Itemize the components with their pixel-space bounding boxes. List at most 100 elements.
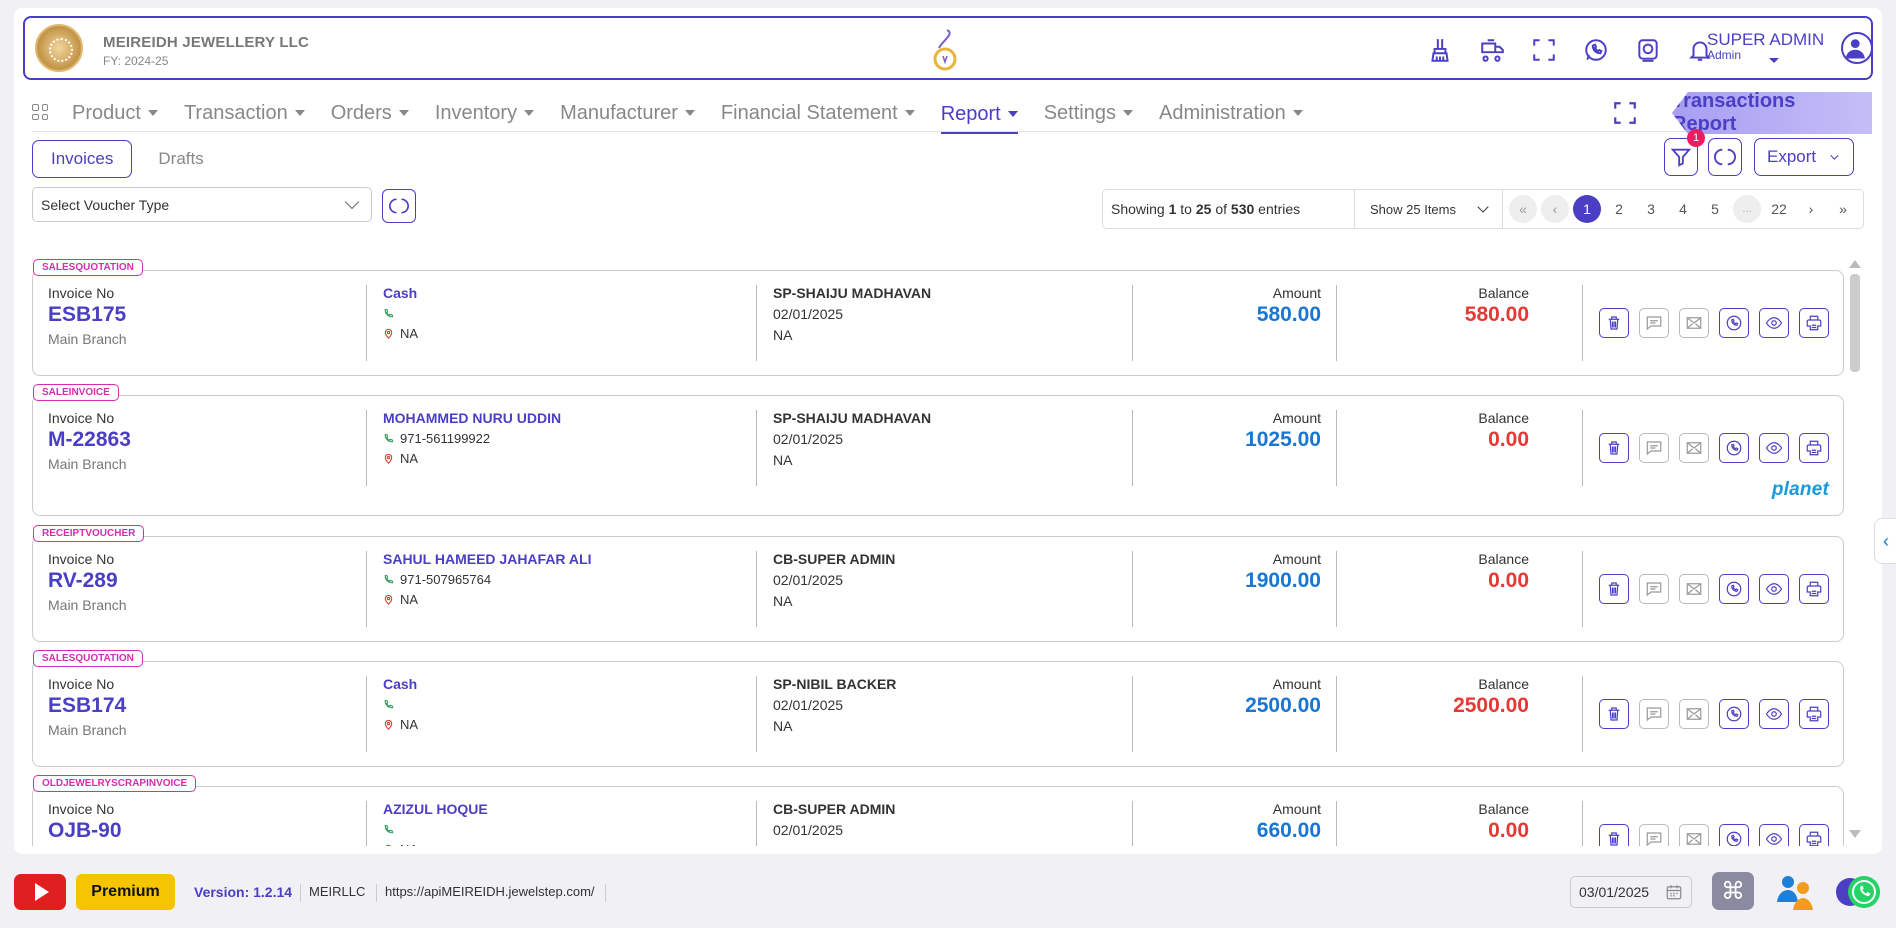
prev-page-button[interactable]: ‹ (1541, 195, 1569, 223)
scroll-thumb[interactable] (1850, 274, 1860, 372)
whatsapp-button[interactable] (1719, 824, 1749, 846)
delete-button[interactable] (1599, 699, 1629, 729)
party-name[interactable]: Cash (383, 285, 418, 301)
voucher-type-placeholder: Select Voucher Type (41, 196, 170, 213)
whatsapp-button[interactable] (1719, 433, 1749, 463)
delete-button[interactable] (1599, 824, 1629, 846)
scroll-down-icon[interactable] (1849, 830, 1861, 838)
voucher-refresh-button[interactable] (382, 189, 416, 223)
next-page-button[interactable]: › (1797, 195, 1825, 223)
command-icon[interactable]: ⌘ (1712, 872, 1754, 910)
invoice-card[interactable]: RECEIPTVOUCHER Invoice No RV-289 Main Br… (32, 525, 1844, 642)
delete-button[interactable] (1599, 433, 1629, 463)
tab-drafts[interactable]: Drafts (140, 140, 221, 178)
view-button[interactable] (1759, 699, 1789, 729)
party-name[interactable]: SAHUL HAMEED JAHAFAR ALI (383, 551, 591, 567)
mail-button[interactable] (1679, 433, 1709, 463)
invoice-number[interactable]: M-22863 (48, 428, 131, 452)
print-button[interactable] (1799, 574, 1829, 604)
view-button[interactable] (1759, 308, 1789, 338)
invoice-card[interactable]: OLDJEWELRYSCRAPINVOICE Invoice No OJB-90… (32, 775, 1844, 846)
calendar-icon[interactable] (1665, 883, 1683, 901)
invoice-card[interactable]: SALESQUOTATION Invoice No ESB174 Main Br… (32, 650, 1844, 767)
comment-button[interactable] (1639, 699, 1669, 729)
whatsapp-button[interactable] (1719, 699, 1749, 729)
divider (756, 410, 757, 486)
invoice-number[interactable]: ESB175 (48, 303, 127, 327)
invoice-number[interactable]: OJB-90 (48, 819, 127, 843)
safe-icon[interactable] (1633, 36, 1663, 64)
page-button[interactable]: 4 (1669, 195, 1697, 223)
first-page-button[interactable]: « (1509, 195, 1537, 223)
party-col: MOHAMMED NURU UDDIN 971-561199922 NA (383, 410, 561, 466)
nav-item-administration[interactable]: Administration (1159, 98, 1303, 128)
date-field[interactable]: 03/01/2025 (1570, 876, 1692, 908)
print-button[interactable] (1799, 308, 1829, 338)
invoice-number[interactable]: ESB174 (48, 694, 127, 718)
apps-grid-icon[interactable] (32, 104, 48, 120)
page-button[interactable]: 3 (1637, 195, 1665, 223)
youtube-icon[interactable] (14, 874, 66, 910)
nav-item-transaction[interactable]: Transaction (184, 98, 305, 128)
delete-button[interactable] (1599, 574, 1629, 604)
refresh-button[interactable] (1708, 138, 1742, 176)
last-page-button[interactable]: » (1829, 195, 1857, 223)
page-button[interactable]: 22 (1765, 195, 1793, 223)
filter-button[interactable]: 1 (1664, 129, 1705, 176)
users-icon[interactable] (1774, 872, 1816, 912)
row-actions (1599, 433, 1829, 463)
comment-button[interactable] (1639, 308, 1669, 338)
list-scrollbar[interactable] (1849, 260, 1861, 838)
scroll-up-icon[interactable] (1849, 260, 1861, 268)
page-size-select[interactable]: Show 25 Items (1355, 190, 1503, 228)
comment-button[interactable] (1639, 824, 1669, 846)
expand-icon[interactable] (1612, 100, 1638, 126)
delete-button[interactable] (1599, 308, 1629, 338)
invoice-number[interactable]: RV-289 (48, 569, 127, 593)
mail-button[interactable] (1679, 824, 1709, 846)
nav-item-orders[interactable]: Orders (331, 98, 409, 128)
party-name[interactable]: Cash (383, 676, 418, 692)
whatsapp-button[interactable] (1719, 308, 1749, 338)
invoice-card[interactable]: SALEINVOICE Invoice No M-22863 Main Bran… (32, 384, 1844, 516)
whatsapp-chat-icon[interactable] (1834, 872, 1882, 912)
company-logo[interactable] (35, 24, 83, 72)
party-name[interactable]: MOHAMMED NURU UDDIN (383, 410, 561, 426)
broom-icon[interactable] (1425, 36, 1455, 64)
page-button[interactable]: 5 (1701, 195, 1729, 223)
invoice-card[interactable]: SALESQUOTATION Invoice No ESB175 Main Br… (32, 259, 1844, 376)
print-button[interactable] (1799, 699, 1829, 729)
nav-item-product[interactable]: Product (72, 98, 158, 128)
whatsapp-button[interactable] (1719, 574, 1749, 604)
export-button[interactable]: Export (1754, 138, 1854, 176)
nav-item-financial-statement[interactable]: Financial Statement (721, 98, 915, 128)
balance-value: 580.00 (1464, 303, 1529, 326)
tab-invoices[interactable]: Invoices (32, 140, 133, 178)
nav-item-inventory[interactable]: Inventory (435, 98, 535, 128)
page-button[interactable]: 2 (1605, 195, 1633, 223)
side-panel-toggle[interactable]: ‹ (1874, 518, 1896, 564)
comment-button[interactable] (1639, 433, 1669, 463)
view-button[interactable] (1759, 574, 1789, 604)
mail-button[interactable] (1679, 574, 1709, 604)
voucher-type-select[interactable]: Select Voucher Type (32, 187, 372, 222)
nav-item-report[interactable]: Report (940, 98, 1018, 134)
mail-button[interactable] (1679, 699, 1709, 729)
delivery-icon[interactable] (1477, 36, 1507, 64)
page-button[interactable]: 1 (1573, 195, 1601, 223)
premium-button[interactable]: Premium (76, 874, 175, 910)
view-button[interactable] (1759, 433, 1789, 463)
print-button[interactable] (1799, 824, 1829, 846)
refresh-icon (389, 198, 409, 214)
nav-item-manufacturer[interactable]: Manufacturer (560, 98, 695, 128)
print-button[interactable] (1799, 433, 1829, 463)
view-button[interactable] (1759, 824, 1789, 846)
mail-button[interactable] (1679, 308, 1709, 338)
avatar[interactable] (1841, 32, 1873, 64)
user-menu[interactable]: SUPER ADMIN Admin (1707, 30, 1824, 63)
nav-item-settings[interactable]: Settings (1044, 98, 1133, 128)
party-name[interactable]: AZIZUL HOQUE (383, 801, 488, 817)
comment-button[interactable] (1639, 574, 1669, 604)
fullscreen-icon[interactable] (1529, 36, 1559, 64)
whatsapp-icon[interactable] (1581, 36, 1611, 64)
